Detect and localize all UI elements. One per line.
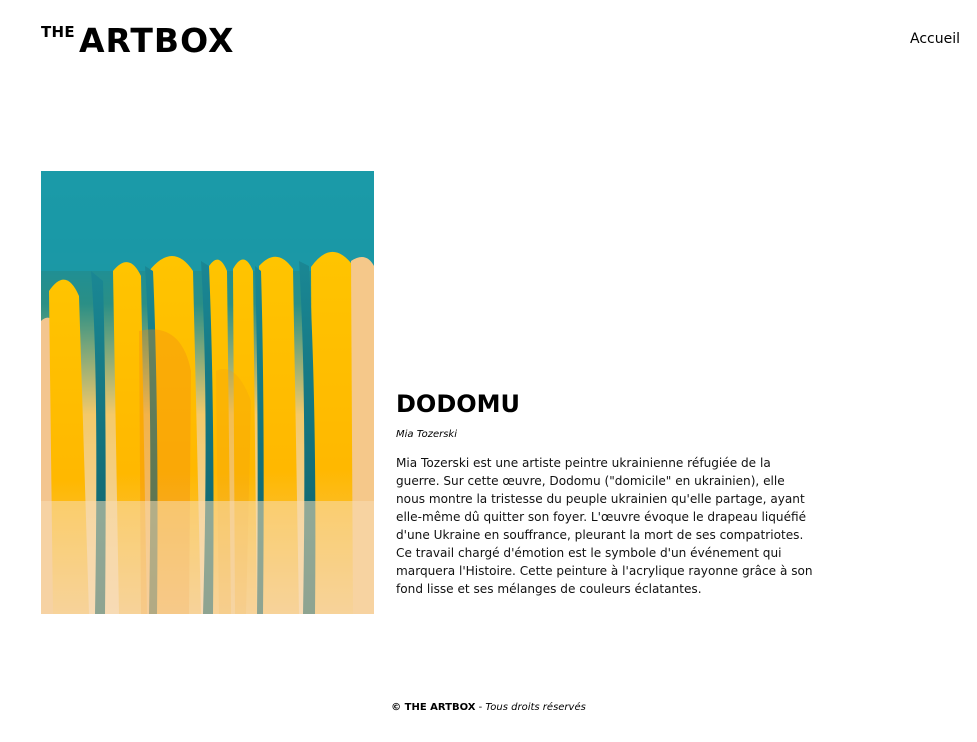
- nav-link-home[interactable]: Accueil: [910, 31, 960, 47]
- artwork-description: Mia Tozerski est une artiste peintre ukr…: [396, 456, 813, 596]
- artwork-title: DODOMU: [396, 390, 521, 418]
- footer: © THE ARTBOX - Tous droits réservés: [0, 702, 977, 713]
- artwork-author: Mia Tozerski: [396, 429, 457, 440]
- artwork-image: [41, 171, 374, 614]
- artwork-info: DODOMU Mia Tozerski Mia Tozerski est une…: [396, 389, 816, 598]
- footer-separator: -: [475, 702, 486, 713]
- footer-brand: © THE ARTBOX: [391, 702, 476, 713]
- site-logo[interactable]: THE ARTBOX: [41, 24, 234, 57]
- logo-big-text: ARTBOX: [78, 21, 235, 60]
- page: THE ARTBOX Accueil DODOMU Mia Tozerski M…: [0, 0, 977, 742]
- footer-rights: Tous droits réservés: [485, 702, 586, 713]
- abstract-painting-image: [41, 171, 374, 614]
- logo-small-text: THE: [41, 23, 75, 41]
